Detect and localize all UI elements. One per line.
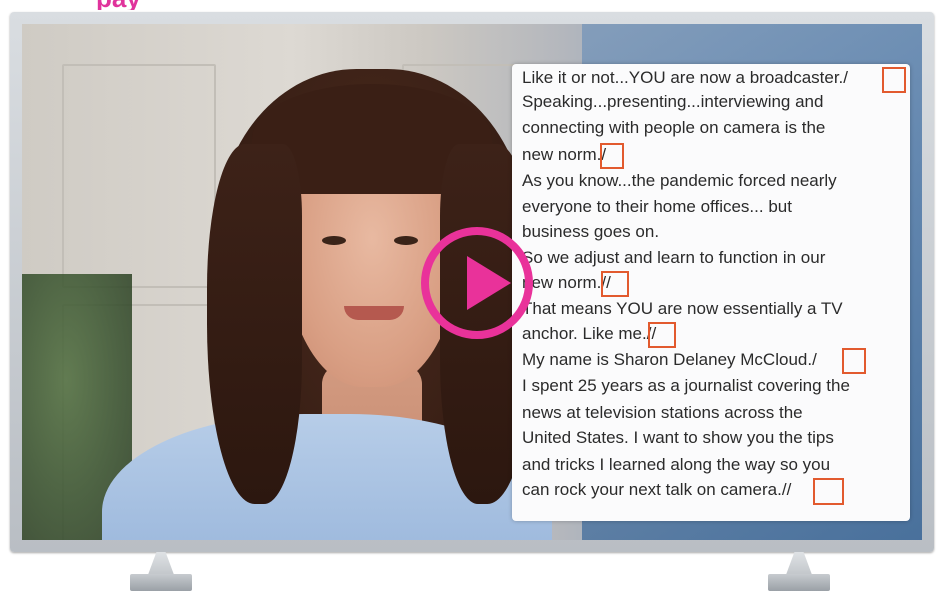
- tv-stand-base-right: [768, 574, 830, 591]
- pause-marker-box: [882, 67, 906, 93]
- transcript-line: So we adjust and learn to function in ou…: [522, 248, 826, 267]
- transcript-line: As you know...the pandemic forced nearly: [522, 171, 837, 190]
- transcript-line: connecting with people on camera is the: [522, 118, 826, 137]
- transcript-line: I spent 25 years as a journalist coverin…: [522, 376, 850, 395]
- pause-marker-box: [600, 143, 624, 169]
- transcript-line: new norm./: [522, 145, 607, 164]
- transcript-line: Like it or not...YOU are now a broadcast…: [522, 68, 848, 87]
- transcript-line: everyone to their home offices... but: [522, 197, 792, 216]
- transcript-line: new norm.//: [522, 273, 611, 292]
- tv-frame: Like it or not...YOU are now a broadcast…: [10, 12, 934, 552]
- play-icon: [467, 256, 511, 310]
- pause-marker-box: [842, 348, 866, 374]
- pause-marker-box: [813, 478, 844, 505]
- transcript-line: That means YOU are now essentially a TV: [522, 299, 843, 318]
- transcript-line: can rock your next talk on camera.//: [522, 480, 792, 499]
- presenter-hair-left: [207, 144, 302, 504]
- transcript-line: anchor. Like me.//: [522, 324, 657, 343]
- transcript-line: and tricks I learned along the way so yo…: [522, 455, 831, 474]
- door-panel: [62, 64, 216, 288]
- pause-marker-box: [648, 322, 676, 348]
- page-title-fragment: pay: [96, 0, 336, 10]
- transcript-line: Speaking...presenting...interviewing and: [522, 92, 824, 111]
- pause-marker-box: [601, 271, 629, 297]
- transcript-line: My name is Sharon Delaney McCloud./: [522, 350, 817, 369]
- presenter-mouth: [344, 306, 404, 320]
- transcript-line: business goes on.: [522, 222, 660, 241]
- video-player[interactable]: Like it or not...YOU are now a broadcast…: [22, 24, 922, 540]
- transcript-line: news at television stations across the: [522, 403, 803, 422]
- presenter-eye-left: [322, 236, 346, 245]
- transcript-panel: Like it or not...YOU are now a broadcast…: [512, 64, 910, 521]
- presenter-eye-right: [394, 236, 418, 245]
- tv-stand-base-left: [130, 574, 192, 591]
- play-button[interactable]: [421, 227, 533, 339]
- transcript-line: United States. I want to show you the ti…: [522, 428, 834, 447]
